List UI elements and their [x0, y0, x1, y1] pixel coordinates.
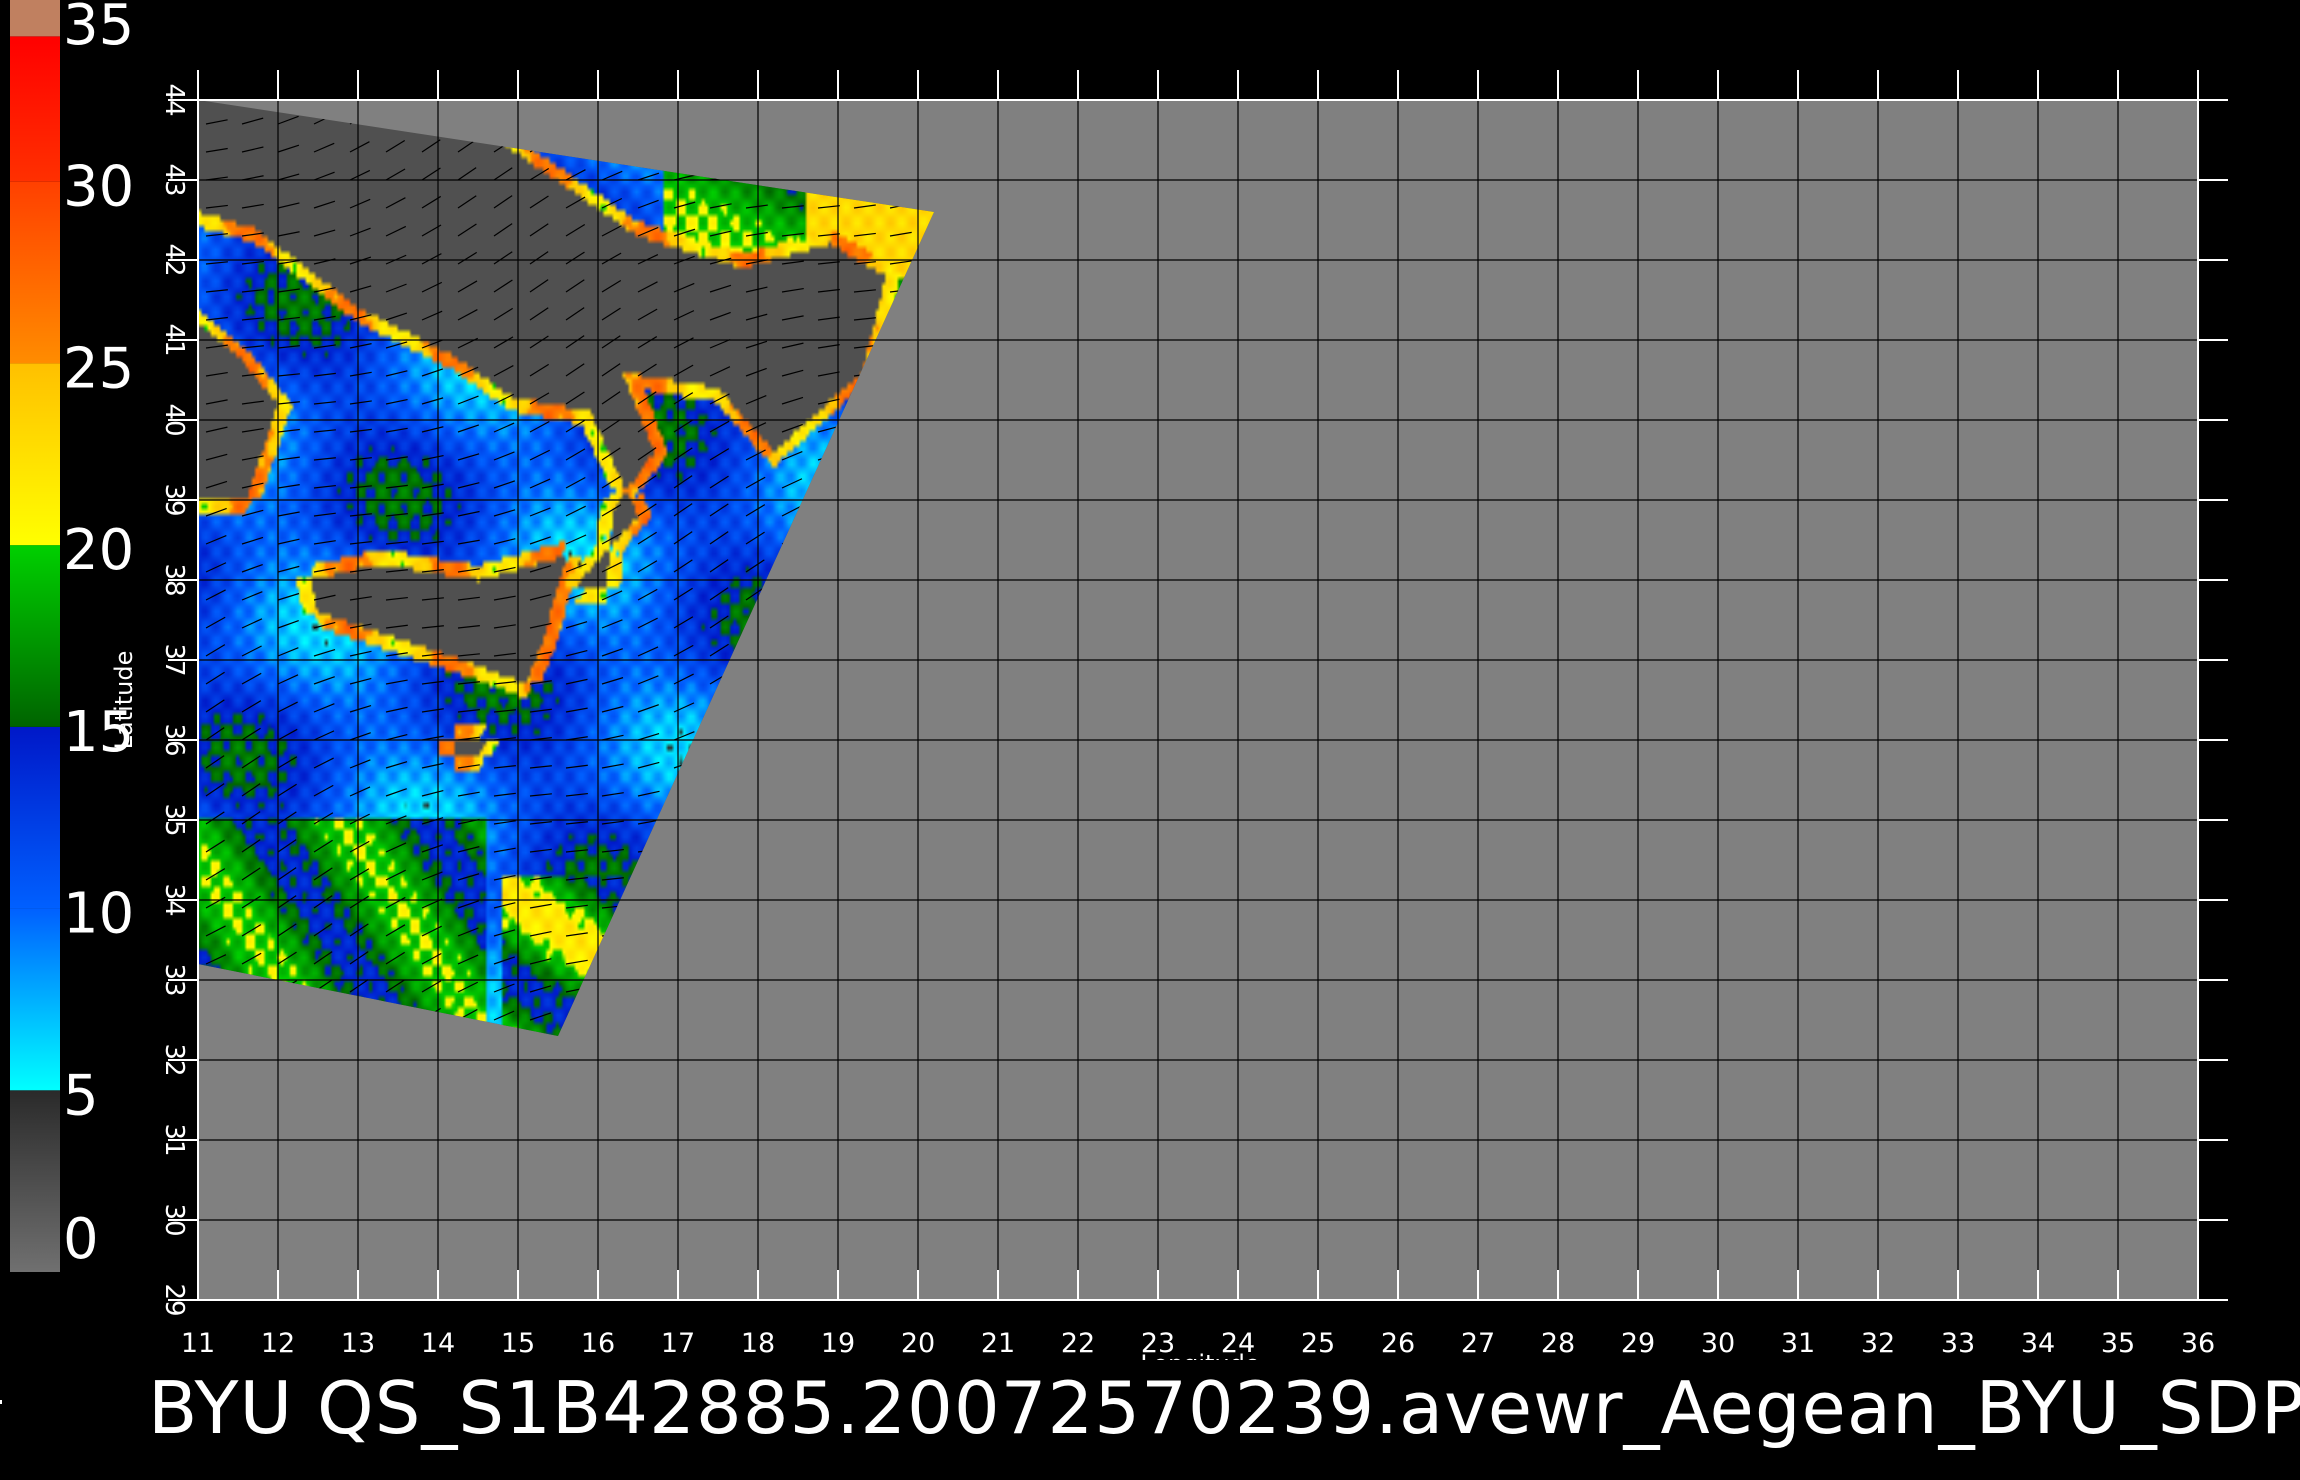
lat-tick-label: 44: [159, 83, 189, 116]
lat-tick-label: 43: [159, 163, 189, 196]
lat-tick-label: 36: [159, 723, 189, 756]
lat-tick-label: 42: [159, 243, 189, 276]
lon-tick-label: 31: [1781, 1328, 1815, 1359]
lon-tick-label: 21: [981, 1328, 1015, 1359]
lon-tick-label: 32: [1861, 1328, 1895, 1359]
lat-tick-label: 32: [159, 1043, 189, 1076]
lon-tick-label: 36: [2181, 1328, 2215, 1359]
lon-tick-label: 29: [1621, 1328, 1655, 1359]
lon-tick-label: 13: [341, 1328, 375, 1359]
lon-tick-label: 28: [1541, 1328, 1575, 1359]
lon-tick-label: 26: [1381, 1328, 1415, 1359]
lon-tick-label: 25: [1301, 1328, 1335, 1359]
lon-tick-label: 14: [421, 1328, 455, 1359]
lat-tick-label: 35: [159, 803, 189, 836]
lon-tick-label: 11: [181, 1328, 215, 1359]
y-axis-label: Latitude: [110, 651, 138, 750]
lon-tick-label: 20: [901, 1328, 935, 1359]
lon-tick-label: 15: [501, 1328, 535, 1359]
lat-tick-label: 38: [159, 563, 189, 596]
lon-tick-label: 18: [741, 1328, 775, 1359]
lat-tick-label: 41: [159, 323, 189, 356]
lat-tick-label: 37: [159, 643, 189, 676]
lat-tick-label: 31: [159, 1123, 189, 1156]
lon-tick-label: 12: [261, 1328, 295, 1359]
lat-tick-label: 40: [159, 403, 189, 436]
lon-tick-label: 33: [1941, 1328, 1975, 1359]
lon-tick-label: 30: [1701, 1328, 1735, 1359]
lat-tick-label: 39: [159, 483, 189, 516]
lon-tick-label: 16: [581, 1328, 615, 1359]
lon-tick-label: 27: [1461, 1328, 1495, 1359]
lat-tick-label: 33: [159, 963, 189, 996]
image-title: BYU QS_S1B42885.20072570239.avewr_Aegean…: [148, 1366, 2300, 1450]
lat-tick-label: 29: [159, 1283, 189, 1316]
wind-map-figure: 35 30 25 20 15 10 5 0 11 12 13 14 15 16 17 18 19 20 21 22 2…: [0, 0, 2300, 1480]
lat-tick-label: 34: [159, 883, 189, 916]
lon-tick-label: 34: [2021, 1328, 2055, 1359]
map-plot: 11 12 13 14 15 16 17 18 19 20 21 22 23 24 25 26 27 28 29 30…: [110, 70, 2228, 1360]
x-axis-label: Longitude: [1140, 1350, 1259, 1360]
lon-tick-label: 17: [661, 1328, 695, 1359]
lon-tick-label: 19: [821, 1328, 855, 1359]
lon-tick-label: 22: [1061, 1328, 1095, 1359]
edge-marker: [0, 1400, 2, 1404]
lon-tick-label: 35: [2101, 1328, 2135, 1359]
lat-tick-label: 30: [159, 1203, 189, 1236]
